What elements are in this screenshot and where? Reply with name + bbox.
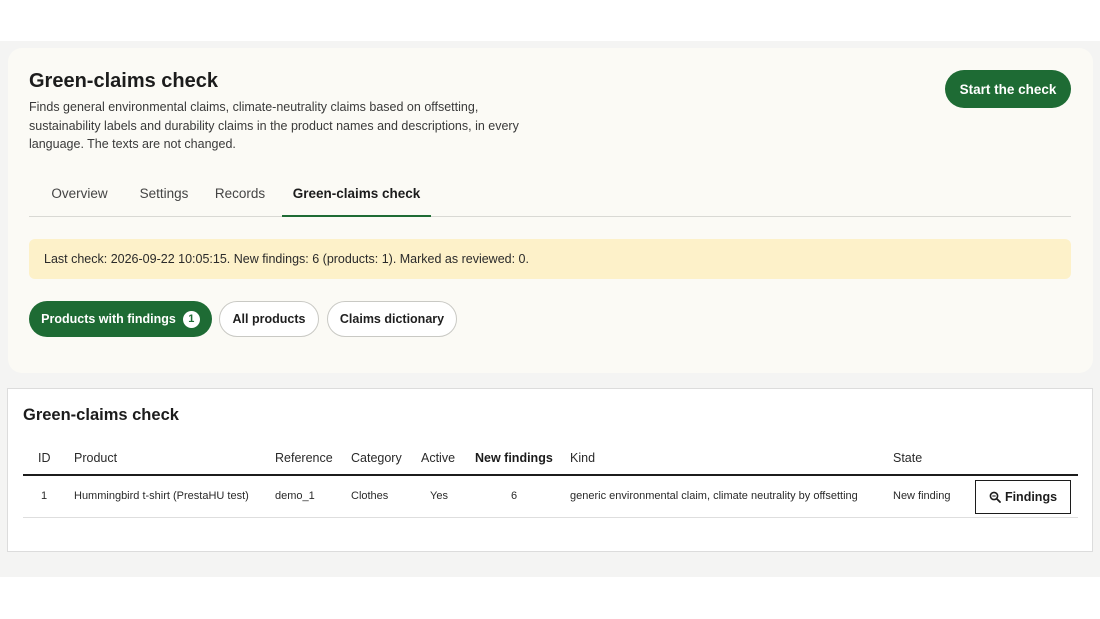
findings-count-badge: 1 xyxy=(182,310,200,328)
cell-product: Hummingbird t-shirt (PrestaHU test) xyxy=(74,490,249,502)
column-header-kind: Kind xyxy=(570,451,596,465)
findings-button[interactable]: Findings xyxy=(975,480,1071,514)
column-header-category: Category xyxy=(351,451,402,465)
filter-products-with-findings-label: Products with findings xyxy=(41,312,176,326)
magnifier-icon xyxy=(989,491,1001,503)
table-row-divider xyxy=(23,517,1078,518)
findings-button-label: Findings xyxy=(1004,490,1058,504)
filter-all-products[interactable]: All products xyxy=(219,301,319,337)
last-check-notice: Last check: 2026-09-22 10:05:15. New fin… xyxy=(29,239,1071,279)
page-title: Green-claims check xyxy=(29,70,218,92)
cell-state: New finding xyxy=(893,490,951,502)
cell-category: Clothes xyxy=(351,490,389,502)
table-header-divider xyxy=(23,474,1078,476)
cell-new-findings: 6 xyxy=(511,490,518,502)
cell-active: Yes xyxy=(430,490,448,502)
start-check-button[interactable]: Start the check xyxy=(945,70,1071,108)
cell-kind: generic environmental claim, climate neu… xyxy=(570,490,858,502)
tab-settings[interactable]: Settings xyxy=(130,180,198,217)
column-header-product: Product xyxy=(74,451,118,465)
tab-overview[interactable]: Overview xyxy=(29,180,130,217)
column-header-state: State xyxy=(893,451,923,465)
column-header-reference: Reference xyxy=(275,451,333,465)
column-header-active: Active xyxy=(421,451,456,465)
tab-records[interactable]: Records xyxy=(198,180,282,217)
filter-claims-dictionary[interactable]: Claims dictionary xyxy=(327,301,457,337)
cell-reference: demo_1 xyxy=(275,490,315,502)
column-header-id: ID xyxy=(38,451,51,465)
results-panel: Green-claims check ID Product Reference … xyxy=(7,388,1093,552)
module-header-card: Green-claims check Finds general environ… xyxy=(8,48,1093,373)
page-description: Finds general environmental claims, clim… xyxy=(29,100,519,151)
results-title: Green-claims check xyxy=(23,406,179,424)
filter-products-with-findings[interactable]: Products with findings 1 xyxy=(29,301,212,337)
tab-bar: Overview Settings Records Green-claims c… xyxy=(29,180,1071,217)
tab-green-claims-check[interactable]: Green-claims check xyxy=(282,180,431,217)
column-header-new-findings: New findings xyxy=(475,451,553,465)
cell-id: 1 xyxy=(41,490,48,502)
